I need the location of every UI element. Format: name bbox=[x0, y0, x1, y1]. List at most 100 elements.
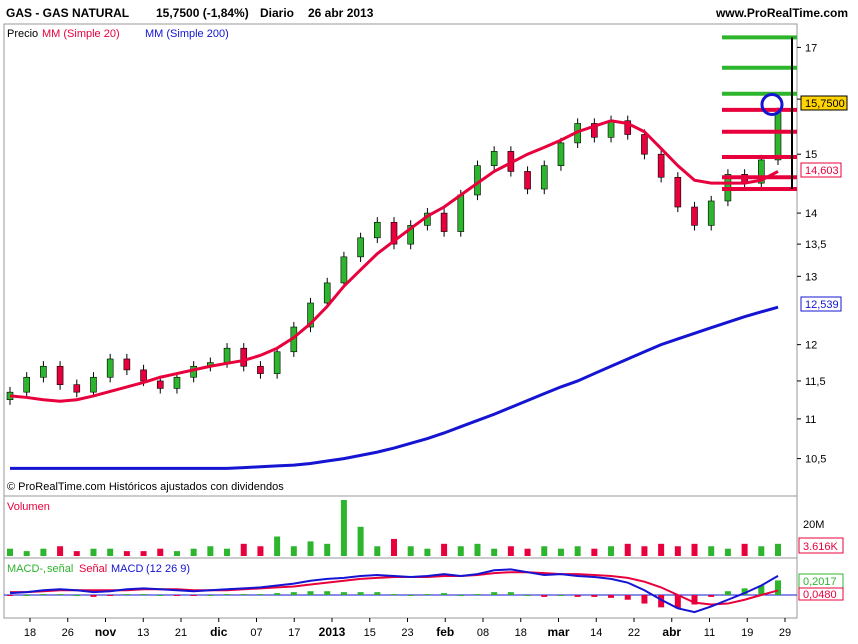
macd-histogram-bar bbox=[574, 595, 581, 597]
volume-bar bbox=[123, 551, 130, 556]
macd-histogram-bar bbox=[441, 593, 448, 595]
volume-bar bbox=[224, 548, 231, 556]
macd-histogram-bar bbox=[541, 595, 548, 597]
site-link[interactable]: www.ProRealTime.com bbox=[715, 6, 848, 20]
x-tick-label: feb bbox=[436, 625, 454, 639]
x-tick-label: nov bbox=[95, 625, 117, 639]
last-price-label: 15,7500 bbox=[805, 98, 845, 110]
volume-bar bbox=[57, 546, 64, 556]
volume-y-tick: 20M bbox=[803, 519, 824, 531]
macd-histogram-bar bbox=[624, 595, 631, 600]
x-tick-label: 08 bbox=[477, 627, 489, 639]
volume-bar bbox=[507, 546, 514, 556]
footer-note: © ProRealTime.com Históricos ajustados c… bbox=[7, 481, 284, 493]
volume-bar bbox=[407, 546, 414, 556]
volume-bar bbox=[591, 548, 598, 556]
volume-bar bbox=[691, 543, 698, 556]
volume-bar bbox=[23, 551, 30, 556]
candle-body bbox=[240, 347, 248, 367]
macd-histogram-bar bbox=[374, 592, 381, 595]
macd-histogram-bar bbox=[173, 595, 180, 596]
x-tick-label: 17 bbox=[288, 627, 300, 639]
signal-value-label: 0,0480 bbox=[803, 589, 837, 601]
macd-histogram-bar bbox=[274, 593, 281, 595]
y-tick-label: 15 bbox=[805, 149, 817, 161]
macd-histogram-bar bbox=[340, 592, 347, 595]
candle-body bbox=[56, 365, 64, 385]
x-tick-label: mar bbox=[547, 625, 569, 639]
macd-histogram-bar bbox=[107, 595, 114, 596]
chart-header: GAS - GAS NATURAL 15,7500 (-1,84%) Diari… bbox=[6, 6, 848, 20]
volume-last-label: 3.616K bbox=[803, 541, 839, 553]
y-tick-label: 13,5 bbox=[805, 239, 826, 251]
y-tick-label: 13 bbox=[805, 271, 817, 283]
macd-histogram-bar bbox=[307, 591, 314, 595]
volume-bar bbox=[741, 543, 748, 556]
macd-histogram-bar bbox=[524, 595, 531, 596]
volume-bar bbox=[424, 548, 431, 556]
candle-body bbox=[40, 365, 47, 378]
candle-body bbox=[357, 237, 364, 258]
candle-body bbox=[140, 369, 147, 382]
candle-body bbox=[73, 384, 81, 393]
volume-bar bbox=[374, 546, 381, 556]
volume-bar bbox=[557, 548, 564, 556]
volume-bar bbox=[40, 548, 47, 556]
x-tick-label: 2013 bbox=[319, 625, 346, 639]
candle-body bbox=[374, 221, 381, 239]
volume-bar bbox=[541, 546, 548, 556]
x-tick-label: 15 bbox=[364, 627, 376, 639]
volume-bar bbox=[441, 543, 448, 556]
y-tick-label: 11 bbox=[805, 414, 816, 426]
macd-histogram-bar bbox=[591, 595, 598, 597]
date-label: 26 abr 2013 bbox=[308, 6, 374, 20]
macd-histogram-bar bbox=[708, 595, 715, 597]
volume-bar bbox=[324, 543, 331, 556]
macd-value-label: 0,2017 bbox=[803, 576, 837, 588]
macd-histogram-bar bbox=[207, 595, 214, 596]
macd-histogram-bar bbox=[40, 594, 47, 596]
macd-histogram-bar bbox=[775, 580, 781, 595]
x-tick-label: dic bbox=[210, 625, 228, 639]
volume-bar bbox=[474, 543, 481, 556]
volume-bar bbox=[724, 548, 731, 556]
volume-bar bbox=[207, 546, 214, 556]
candle-body bbox=[774, 112, 782, 161]
x-tick-label: 14 bbox=[590, 627, 602, 639]
volume-bar bbox=[290, 546, 297, 556]
x-tick-label: 26 bbox=[62, 627, 74, 639]
x-tick-label: 22 bbox=[628, 627, 640, 639]
x-tick-label: 07 bbox=[250, 627, 262, 639]
volume-bar bbox=[708, 546, 715, 556]
macd-histogram-bar bbox=[90, 595, 97, 597]
volume-bar bbox=[157, 548, 164, 556]
y-tick-label: 17 bbox=[805, 42, 817, 54]
volume-bar bbox=[173, 551, 180, 556]
macd-histogram-bar bbox=[23, 595, 30, 596]
macd-legend: MACD-, señal Señal MACD (12 26 9) bbox=[7, 563, 190, 575]
x-tick-label: 11 bbox=[704, 627, 715, 639]
volume-bar bbox=[190, 548, 197, 556]
macd-histogram-bar bbox=[7, 595, 13, 596]
macd-histogram-bar bbox=[407, 595, 414, 596]
candle-body bbox=[557, 142, 565, 166]
volume-bar bbox=[73, 551, 80, 556]
legend-price: Precio bbox=[7, 28, 38, 40]
macd-histogram-bar bbox=[424, 594, 431, 596]
x-tick-label: 19 bbox=[741, 627, 753, 639]
candle-body bbox=[607, 120, 615, 138]
candle-body bbox=[173, 376, 181, 389]
candle-body bbox=[524, 171, 531, 190]
volume-bar bbox=[140, 551, 147, 556]
macd-histogram-bar bbox=[474, 594, 481, 596]
candle-body bbox=[340, 256, 348, 284]
legend-mm20: MM (Simple 20) bbox=[42, 28, 120, 40]
x-tick-label: 18 bbox=[515, 627, 527, 639]
y-tick-label: 11,5 bbox=[805, 376, 826, 388]
volume-bar bbox=[274, 536, 281, 556]
volume-bar bbox=[240, 543, 247, 556]
macd-histogram-bar bbox=[290, 592, 297, 595]
volume-bar bbox=[524, 548, 531, 556]
macd-histogram-bar bbox=[724, 591, 731, 595]
instrument-title: GAS - GAS NATURAL bbox=[6, 6, 129, 20]
